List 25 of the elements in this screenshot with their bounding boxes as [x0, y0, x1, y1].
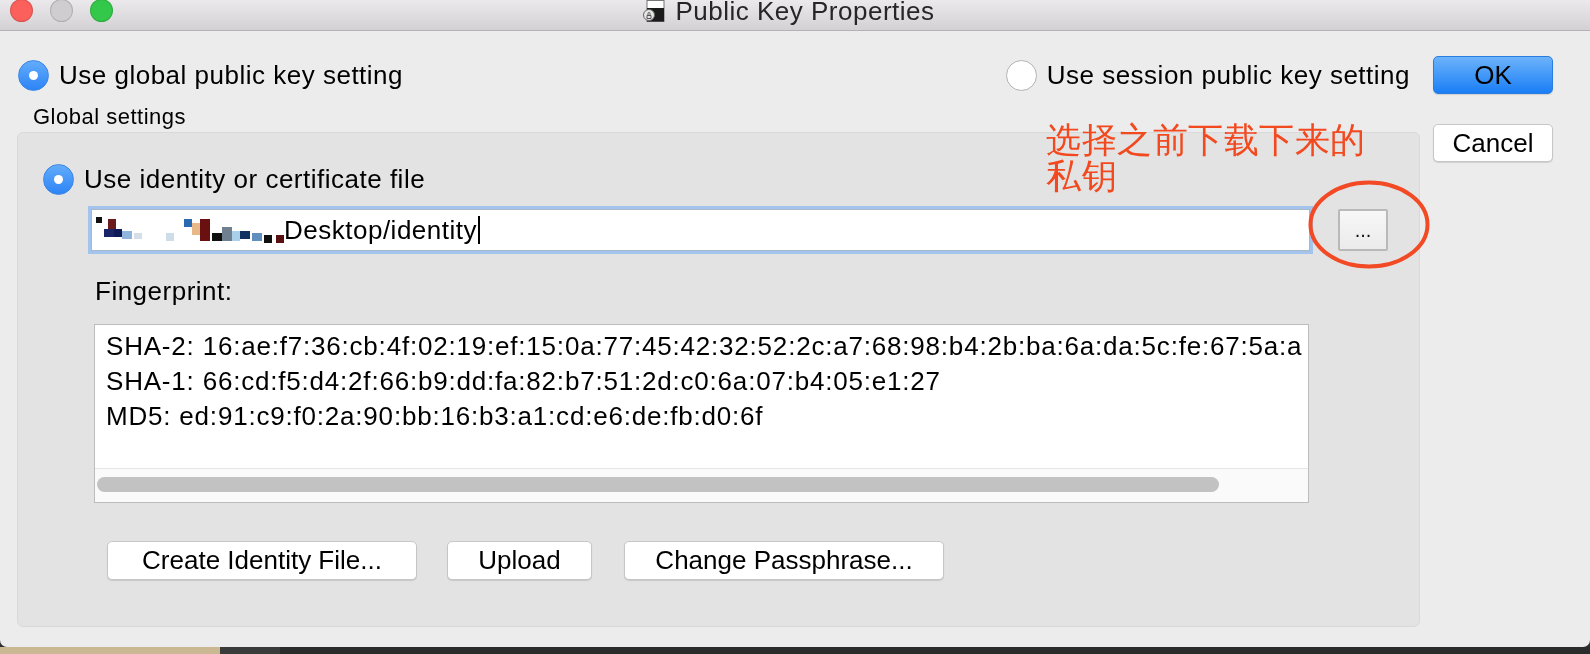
annotation-text: 选择之前下载下来的私钥 [1046, 122, 1367, 194]
scrollbar-thumb[interactable] [97, 477, 1219, 492]
radio-button[interactable] [1005, 59, 1037, 91]
radio-label[interactable]: Use global public key setting [59, 59, 404, 91]
action-button[interactable]: Change Passphrase... [624, 541, 944, 580]
action-button[interactable]: Create Identity File... [107, 541, 417, 580]
close-button[interactable] [10, 0, 33, 22]
radio-label[interactable]: Use session public key setting [1046, 59, 1410, 91]
radio-button[interactable] [43, 164, 74, 195]
window-lock-icon [643, 0, 666, 22]
fingerprint-line: SHA-1: 66:cd:f5:d4:2f:66:b9:dd:fa:82:b7:51:2d:c0:6a:07:b4:05:e1:27 [106, 365, 942, 398]
action-button[interactable]: Upload [447, 541, 592, 580]
fingerprint-label: Fingerprint: [94, 279, 234, 303]
browse-button[interactable]: ... [1338, 209, 1388, 251]
radio-button[interactable] [18, 59, 49, 91]
zoom-button[interactable] [90, 0, 113, 22]
dialog-button[interactable]: Cancel [1433, 124, 1553, 162]
text-cursor [478, 216, 480, 244]
radio-label[interactable]: Use identity or certificate file [84, 164, 426, 195]
fingerprint-line: MD5: ed:91:c9:f0:2a:90:bb:16:b3:a1:cd:e6:de:fb:d0:6f [106, 400, 765, 433]
pixel-mosaic-icon [94, 215, 284, 245]
fingerprint-line: SHA-2: 16:ae:f7:36:cb:4f:02:19:ef:15:0a:77:45:42:32:52:2c:a7:68:98:b4:2b:ba:6a:da:5c:fe:67:5a:a [106, 330, 1304, 363]
group-title: Global settings [32, 105, 188, 129]
dialog-button[interactable]: OK [1433, 56, 1553, 94]
file-path-field[interactable]: Desktop/identity [91, 209, 1310, 251]
